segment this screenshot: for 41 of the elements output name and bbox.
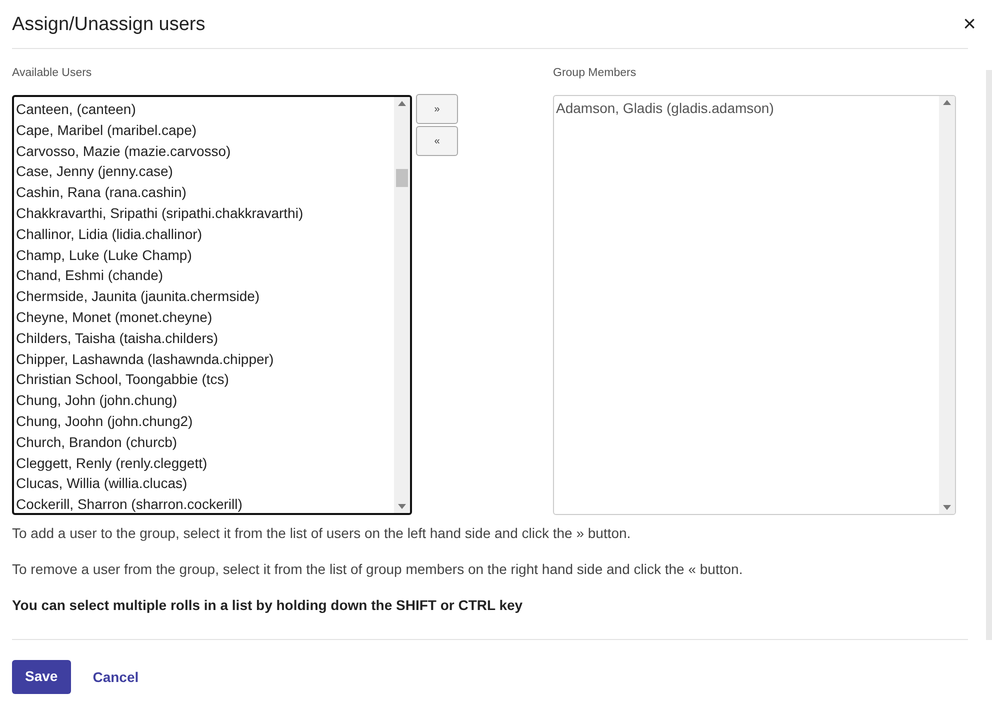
list-option[interactable]: Chermside, Jaunita (jaunita.chermside) [16, 286, 394, 307]
list-option[interactable]: Chand, Eshmi (chande) [16, 265, 394, 286]
list-option[interactable]: Carvosso, Mazie (mazie.carvosso) [16, 140, 394, 162]
help-text: To add a user to the group, select it from the list of users on the left hand side and click the » button. [12, 525, 632, 541]
list-option[interactable]: Adamson, Gladis (gladis.adamson) [556, 98, 939, 119]
list-option[interactable]: Childers, Taisha (taisha.childers) [16, 328, 394, 349]
list-option[interactable]: Clucas, Willia (willia.clucas) [16, 473, 394, 494]
scroll-down-icon[interactable] [943, 505, 951, 510]
list-option[interactable]: Christian School, Toongabbie (tcs) [16, 369, 394, 390]
scrollbar[interactable] [939, 96, 955, 514]
cancel-link[interactable]: Cancel [92, 669, 139, 685]
list-option[interactable]: Challinor, Lidia (lidia.challinor) [16, 224, 394, 245]
list-label: Group Members [553, 67, 638, 79]
dialog-title: Assign/Unassign users [12, 13, 206, 36]
list-option[interactable]: Canteen, (canteen) [16, 99, 394, 120]
list-option[interactable]: Chung, John (john.chung) [16, 390, 394, 411]
move-button[interactable]: » [416, 94, 458, 124]
list-option[interactable]: Chakkravarthi, Sripathi (sripathi.chakkravarthi) [16, 202, 394, 224]
list-option[interactable]: Case, Jenny (jenny.case) [16, 161, 394, 182]
scrollbar[interactable] [394, 97, 410, 513]
list-option[interactable]: Chipper, Lashawnda (lashawnda.chipper) [16, 348, 394, 370]
list-option[interactable]: Champ, Luke (Luke Champ) [16, 244, 394, 266]
scroll-down-icon[interactable] [398, 504, 406, 509]
list-option[interactable]: Cleggett, Renly (renly.cleggett) [16, 452, 394, 474]
list-label: Available Users [12, 67, 93, 79]
user-listbox[interactable] [12, 95, 412, 515]
list-option[interactable]: Cashin, Rana (rana.cashin) [16, 182, 394, 203]
scroll-up-icon[interactable] [943, 100, 951, 105]
close-button[interactable]: × [963, 11, 976, 37]
help-text: To remove a user from the group, select it from the list of group members on the right hand side and click the « button. [12, 561, 744, 577]
list-option[interactable]: Cape, Maribel (maribel.cape) [16, 120, 394, 141]
move-button[interactable]: « [416, 126, 458, 156]
list-option[interactable]: Chung, Joohn (john.chung2) [16, 410, 394, 432]
list-option[interactable]: Cheyne, Monet (monet.cheyne) [16, 306, 394, 328]
scroll-up-icon[interactable] [398, 101, 406, 106]
save-button[interactable]: Save [12, 660, 71, 694]
scroll-thumb[interactable] [396, 169, 408, 187]
list-option[interactable]: Church, Brandon (churcb) [16, 432, 394, 453]
tip-text: You can select multiple rolls in a list by holding down the SHIFT or CTRL key [12, 597, 524, 613]
user-listbox[interactable]: Adamson, Gladis (gladis.adamson) [553, 95, 956, 515]
list-option[interactable]: Cockerill, Sharron (sharron.cockerill) [16, 494, 394, 513]
